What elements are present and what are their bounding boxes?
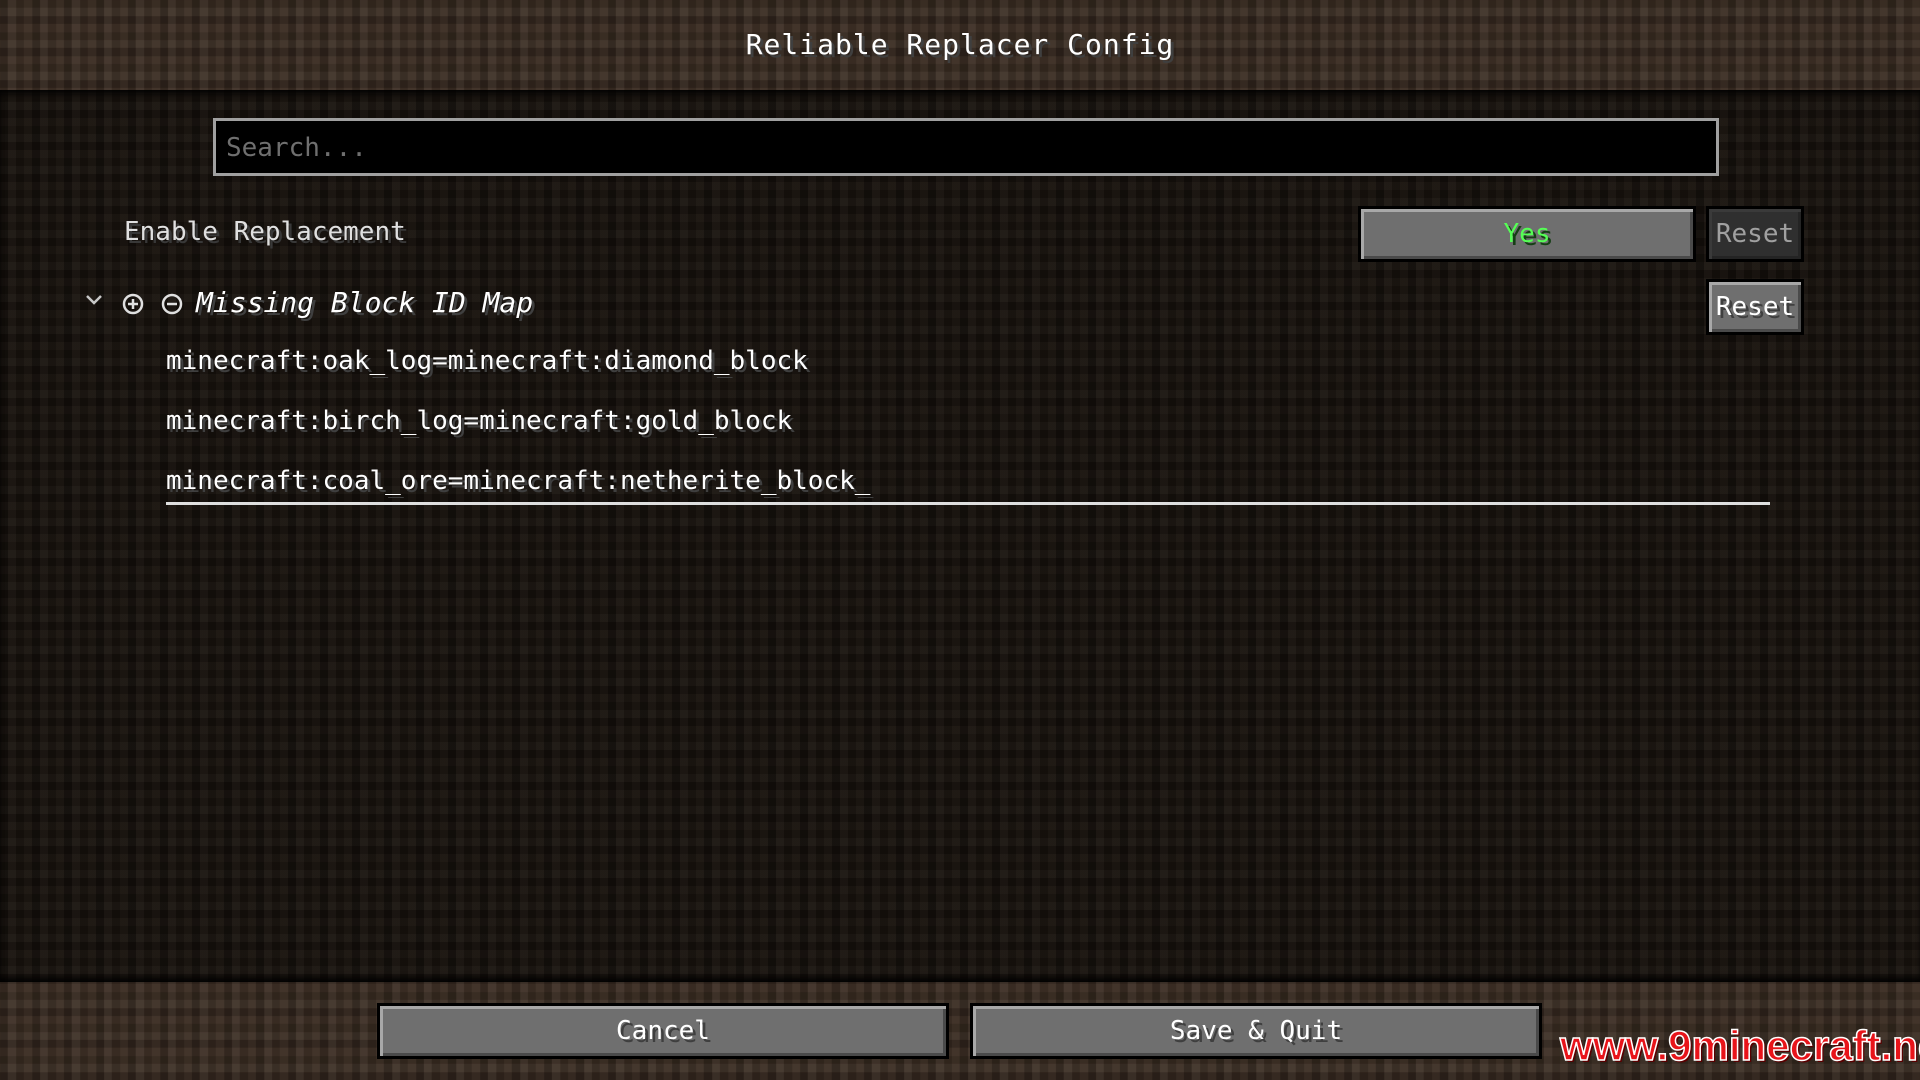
watermark-logo: www.9minecraft.net xyxy=(1559,1021,1920,1070)
cancel-button[interactable]: Cancel xyxy=(377,1003,949,1059)
reset-button-missing-block-id-map[interactable]: Reset xyxy=(1706,279,1804,335)
reset-button-enable-replacement[interactable]: Reset xyxy=(1706,206,1804,262)
enable-replacement-toggle[interactable]: Yes xyxy=(1358,206,1696,262)
map-entry[interactable]: minecraft:birch_log=minecraft:gold_block xyxy=(166,406,792,436)
page-title: Reliable Replacer Config xyxy=(745,28,1175,61)
remove-circle-icon[interactable] xyxy=(161,293,183,315)
map-entry[interactable]: minecraft:oak_log=minecraft:diamond_bloc… xyxy=(166,346,808,376)
search-box[interactable] xyxy=(213,118,1719,176)
map-entry-editing[interactable]: minecraft:coal_ore=minecraft:netherite_b… xyxy=(166,466,870,496)
toggle-value: Yes xyxy=(1503,219,1551,249)
option-label-enable-replacement: Enable Replacement xyxy=(124,217,406,247)
add-circle-icon[interactable] xyxy=(122,293,144,315)
search-input[interactable] xyxy=(224,121,1708,175)
header-bar: Reliable Replacer Config xyxy=(0,0,1920,90)
group-title-missing-block-id-map: Missing Block ID Map xyxy=(196,286,534,319)
chevron-down-icon[interactable] xyxy=(84,290,104,310)
entry-edit-underline xyxy=(166,502,1770,505)
save-and-quit-button[interactable]: Save & Quit xyxy=(970,1003,1542,1059)
